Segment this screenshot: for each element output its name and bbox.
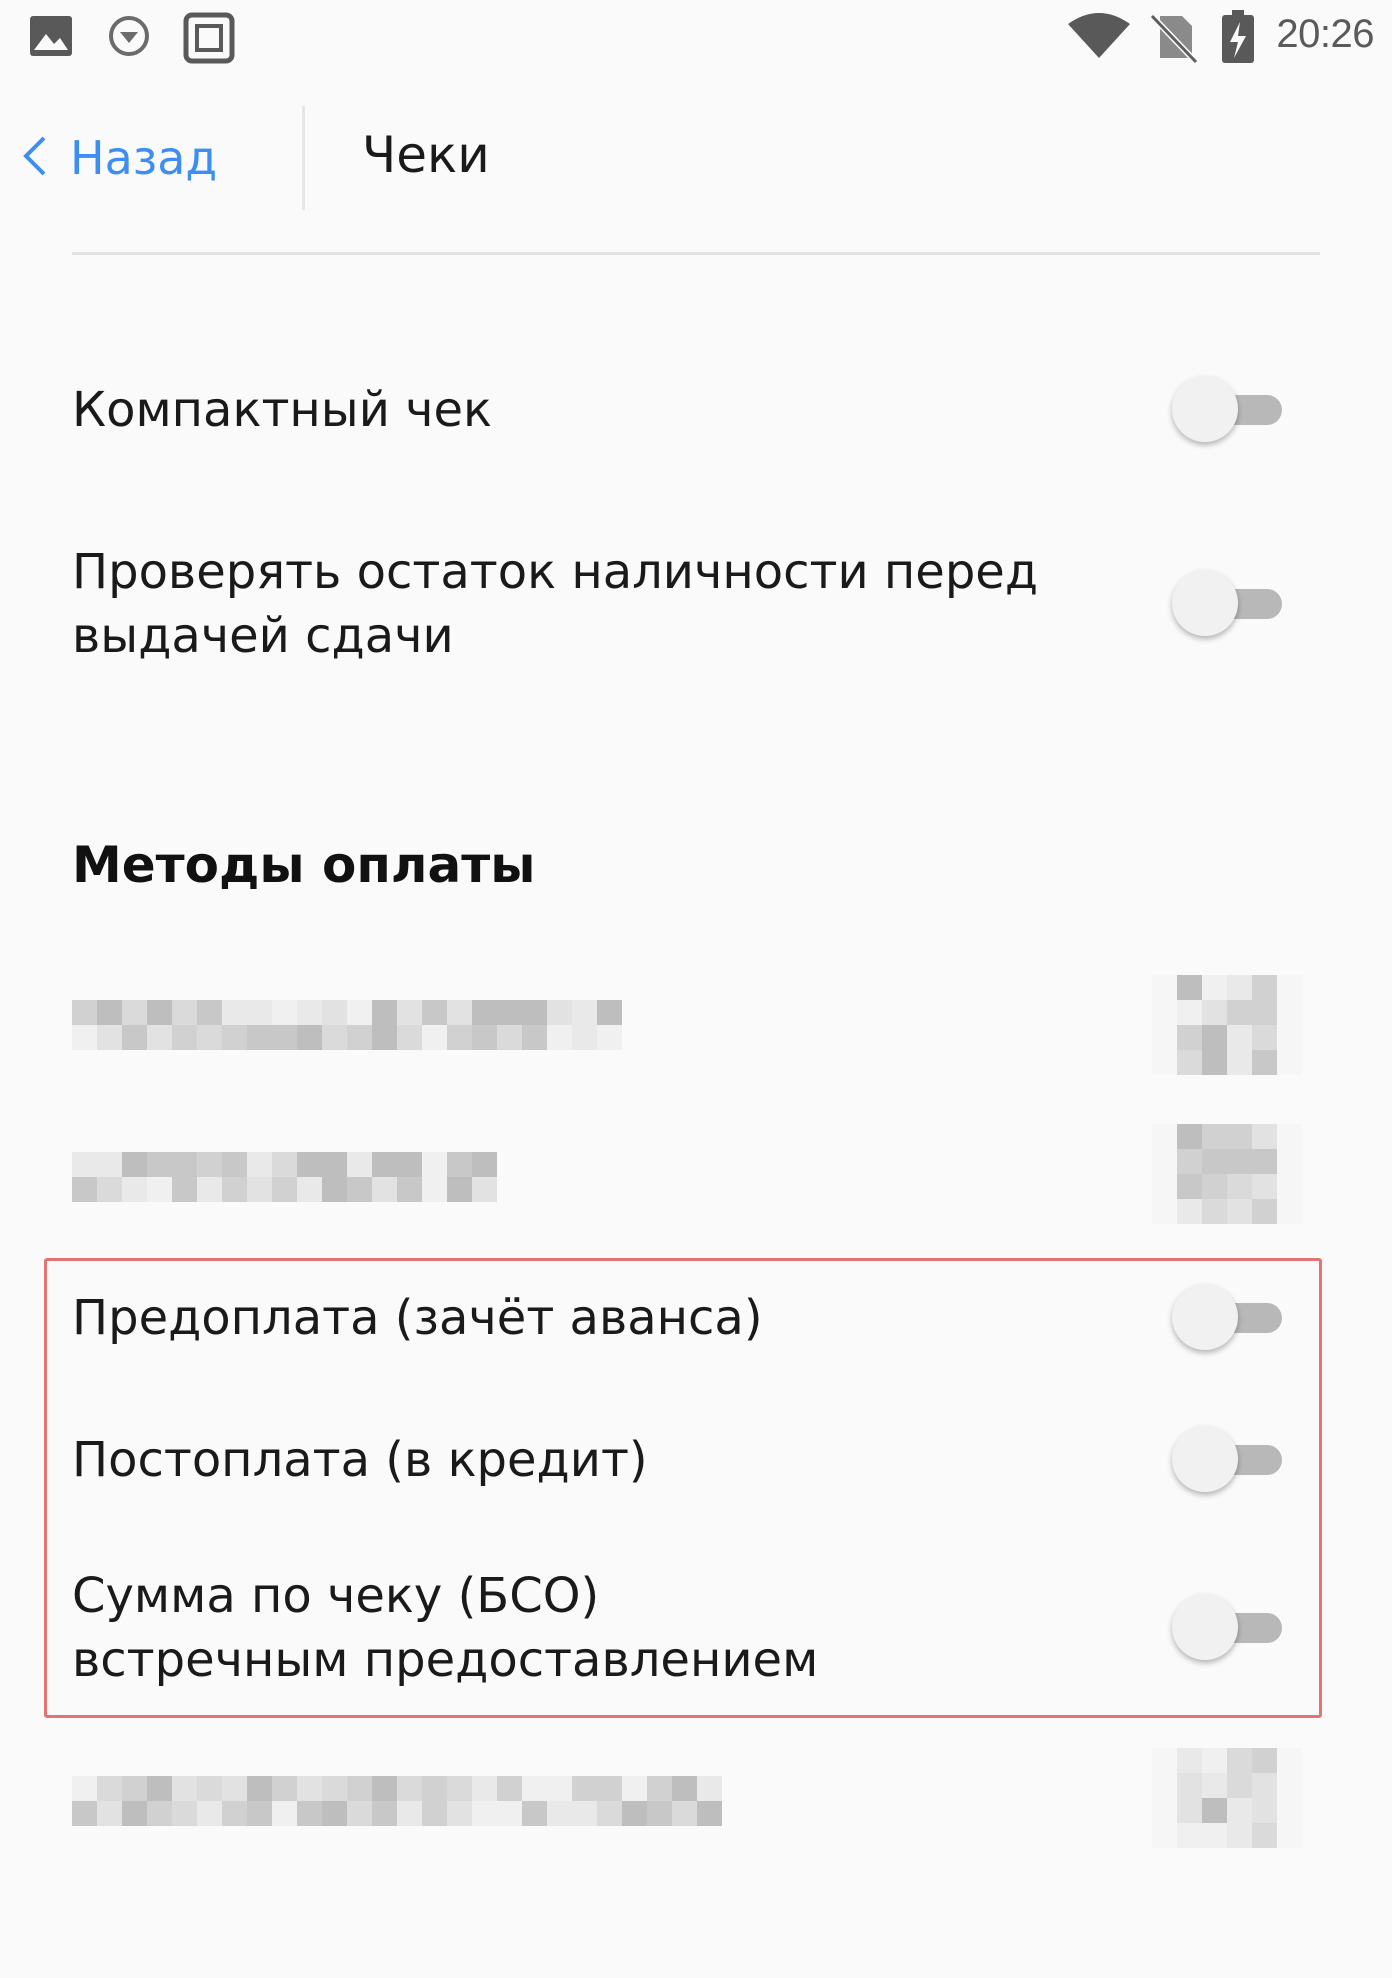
redacted-label bbox=[72, 1000, 622, 1050]
redacted-label bbox=[72, 1152, 497, 1202]
postpayment-toggle[interactable] bbox=[1172, 1424, 1284, 1494]
nav-bar: Назад Чеки bbox=[0, 100, 1392, 220]
screen: 20:26 Назад Чеки Компактный чек Проверят… bbox=[0, 0, 1392, 1978]
page-title: Чеки bbox=[362, 126, 490, 184]
back-button[interactable]: Назад bbox=[22, 126, 217, 190]
counter-provision-toggle[interactable] bbox=[1172, 1592, 1284, 1662]
setting-label: Компактный чек bbox=[72, 382, 493, 438]
setting-label-line1: Проверять остаток наличности перед bbox=[72, 544, 1038, 600]
download-circle-icon bbox=[104, 12, 154, 64]
redacted-toggle[interactable] bbox=[1152, 975, 1302, 1075]
image-icon bbox=[26, 12, 76, 64]
redacted-toggle[interactable] bbox=[1152, 1124, 1302, 1224]
payment-label: Постоплата (в кредит) bbox=[72, 1432, 648, 1488]
payment-label: Предоплата (зачёт аванса) bbox=[72, 1290, 763, 1346]
nav-divider bbox=[302, 106, 305, 210]
redacted-label bbox=[72, 1776, 722, 1826]
compact-receipt-toggle[interactable] bbox=[1172, 374, 1284, 444]
section-title-payment-methods: Методы оплаты bbox=[72, 836, 536, 894]
header-divider bbox=[72, 252, 1320, 255]
setting-row-compact-receipt: Компактный чек bbox=[0, 370, 1392, 450]
back-label: Назад bbox=[70, 131, 218, 185]
payment-label-line2: встречным предоставлением bbox=[72, 1632, 819, 1688]
redacted-toggle[interactable] bbox=[1152, 1748, 1302, 1848]
screenshot-icon bbox=[182, 12, 238, 68]
battery-charging-icon bbox=[1218, 8, 1258, 70]
payment-row-prepayment: Предоплата (зачёт аванса) bbox=[0, 1284, 1392, 1366]
setting-label-line2: выдачей сдачи bbox=[72, 608, 454, 664]
prepayment-toggle[interactable] bbox=[1172, 1282, 1284, 1352]
chevron-left-icon bbox=[22, 134, 48, 182]
payment-row-counter-provision: Сумма по чеку (БСО) встречным предоставл… bbox=[0, 1564, 1392, 1700]
wifi-icon bbox=[1066, 10, 1132, 66]
no-sim-icon bbox=[1148, 10, 1200, 68]
status-time: 20:26 bbox=[1276, 12, 1374, 56]
check-cash-toggle[interactable] bbox=[1172, 568, 1284, 638]
payment-label-line1: Сумма по чеку (БСО) bbox=[72, 1568, 600, 1624]
payment-row-postpayment: Постоплата (в кредит) bbox=[0, 1426, 1392, 1508]
status-bar: 20:26 bbox=[0, 0, 1392, 72]
setting-row-check-cash: Проверять остаток наличности перед выдач… bbox=[0, 538, 1392, 674]
